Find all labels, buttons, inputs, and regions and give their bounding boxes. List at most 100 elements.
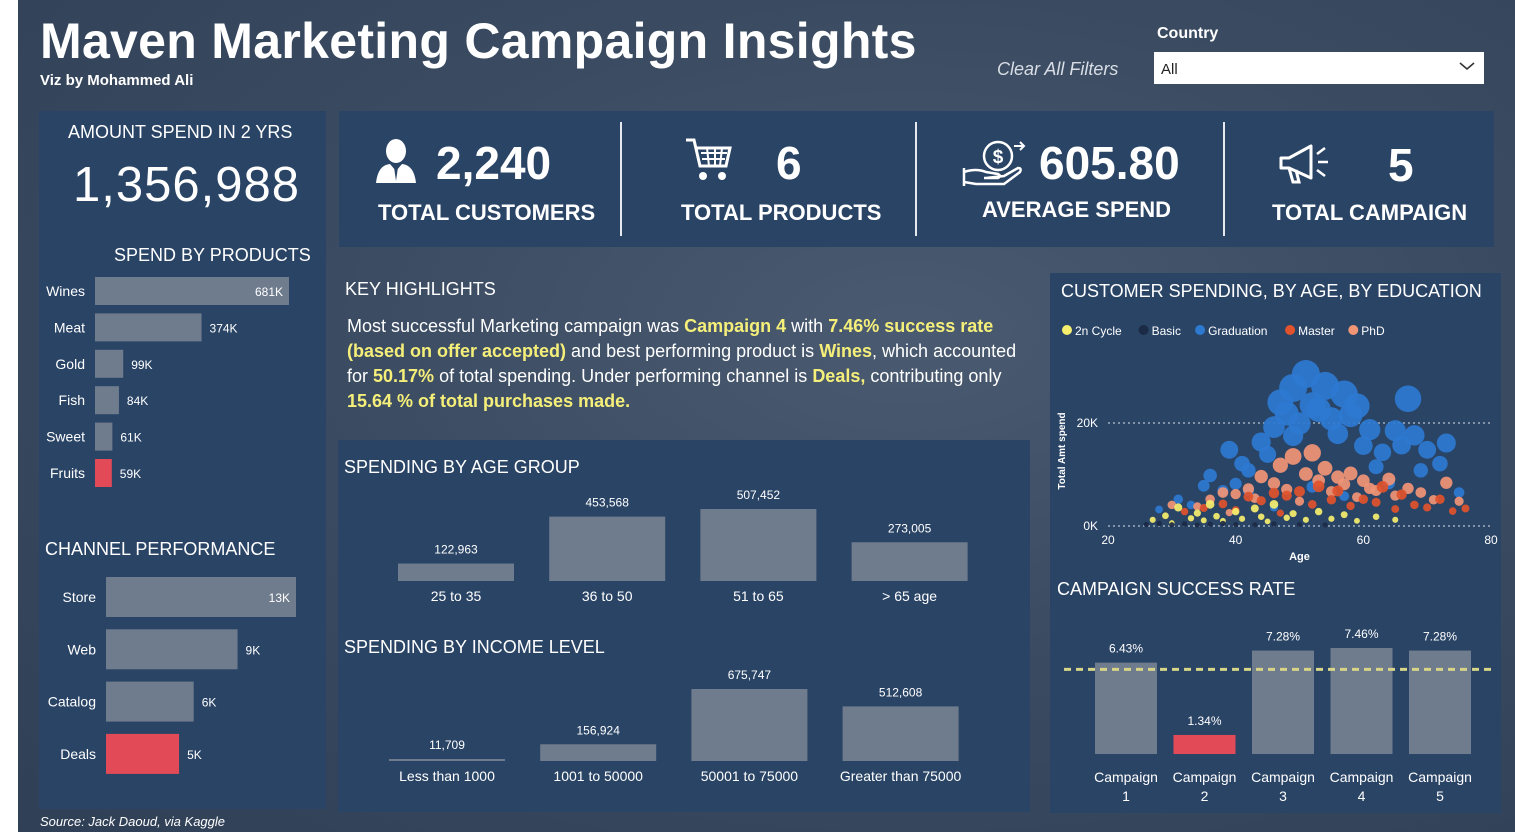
spend-by-age-chart: 122,963 25 to 35 453,568 36 to 50 507,452 51 … [398, 488, 968, 604]
bar-65-age [851, 542, 968, 581]
category-label-campaign-5: Campaign [1408, 769, 1472, 785]
x-tick-40: 40 [1229, 533, 1243, 547]
average-spend-value: 605.80 [1039, 137, 1180, 189]
category-label-meat: Meat [54, 319, 85, 335]
point-master-23 [1448, 507, 1457, 515]
legend-label-master: Master [1298, 324, 1335, 338]
category-label-store: Store [63, 589, 97, 605]
point-2n-cycle-5 [1193, 509, 1201, 517]
bar-25-to-35 [398, 563, 514, 581]
point-master-5 [1256, 496, 1266, 506]
point-graduation-6 [1220, 440, 1239, 459]
bar-catalog [106, 681, 194, 722]
point-master-6 [1268, 487, 1280, 499]
x-tick-20: 20 [1101, 533, 1115, 547]
total-products-value: 6 [776, 137, 802, 189]
point-2n-cycle-7 [1205, 500, 1215, 509]
money-hand-icon: $ [962, 138, 1026, 195]
data-label-greater-than-75000: 512,608 [879, 685, 923, 699]
point-basic-7 [1233, 521, 1239, 528]
point-2n-cycle-23 [1372, 513, 1380, 521]
point-master-24 [1461, 504, 1470, 513]
point-2n-cycle-13 [1257, 513, 1265, 521]
point-2n-cycle-8 [1213, 512, 1220, 520]
bar-gold [95, 349, 124, 378]
category-label-sweet: Sweet [46, 429, 85, 445]
point-master-21 [1423, 503, 1432, 512]
category-label-deals: Deals [60, 746, 96, 762]
category-label-campaign-4: Campaign [1330, 769, 1394, 785]
channel-performance-title: CHANNEL PERFORMANCE [45, 539, 276, 559]
page-subtitle: Viz by Mohammed Ali [40, 72, 194, 89]
category-label-less-than-1000: Less than 1000 [399, 768, 495, 784]
point-graduation-35 [1413, 463, 1428, 478]
category-label-51-to-65: 51 to 65 [733, 588, 784, 604]
point-graduation-34 [1404, 425, 1425, 446]
point-master-0 [1180, 507, 1189, 516]
megaphone-icon [1277, 140, 1331, 193]
point-2n-cycle-10 [1231, 507, 1240, 516]
legend-label-2n-cycle: 2n Cycle [1075, 324, 1122, 338]
point-2n-cycle-15 [1269, 500, 1279, 509]
point-2n-cycle-6 [1200, 517, 1207, 524]
point-graduation-36 [1418, 440, 1437, 459]
category-label-campaign-4-part2: 4 [1358, 788, 1366, 804]
point-master-16 [1371, 497, 1381, 507]
legend-marker-2n-cycle [1062, 325, 1072, 335]
data-label-51-to-65: 507,452 [737, 488, 781, 502]
point-basic-6 [1220, 520, 1226, 527]
point-2n-cycle-22 [1354, 517, 1360, 524]
category-label-fish: Fish [59, 392, 85, 408]
data-label-fish: 84K [127, 394, 148, 408]
point-phd-32 [1454, 496, 1464, 506]
data-label-campaign-2: 1.34% [1187, 714, 1221, 728]
point-master-13 [1332, 485, 1344, 497]
point-master-14 [1346, 501, 1355, 511]
bar-sweet [95, 422, 113, 451]
country-dropdown[interactable]: All [1154, 52, 1484, 84]
data-label-deals: 5K [187, 748, 202, 762]
category-label-25-to-35: 25 to 35 [431, 588, 482, 604]
data-label-fruits: 59K [120, 467, 141, 481]
clear-filters-button[interactable]: Clear All Filters [997, 59, 1118, 80]
customer-spending-chart: 2n Cycle Basic Graduation Master PhD 0K 20K 20 4… [1057, 324, 1498, 563]
point-graduation-39 [1453, 487, 1465, 498]
point-master-11 [1312, 480, 1325, 493]
data-label-gold: 99K [131, 358, 152, 372]
source-note: Source: Jack Daoud, via Kaggle [40, 814, 225, 829]
point-basic-11 [1322, 522, 1328, 528]
bar-store [106, 577, 296, 617]
spend-by-age-title: SPENDING BY AGE GROUP [344, 457, 580, 477]
point-2n-cycle-18 [1302, 516, 1309, 523]
spend-by-income-chart: 11,709 Less than 1000 156,924 1001 to 50000… [389, 668, 962, 784]
point-graduation-7 [1229, 477, 1242, 490]
bar-fish [95, 386, 119, 415]
legend-label-graduation: Graduation [1208, 324, 1267, 338]
chevron-down-icon [1457, 56, 1477, 81]
legend-label-phd: PhD [1361, 324, 1385, 338]
point-2n-cycle-4 [1187, 515, 1195, 522]
point-2n-cycle-19 [1314, 507, 1323, 516]
data-label-less-than-1000: 11,709 [429, 738, 465, 752]
x-axis-label: Age [1289, 551, 1310, 563]
country-selected-value: All [1161, 61, 1178, 78]
spend-by-income-title: SPENDING BY INCOME LEVEL [344, 637, 605, 657]
point-2n-cycle-24 [1392, 516, 1399, 523]
bar-greater-than-75000 [842, 706, 959, 761]
total-campaign-value: 5 [1388, 139, 1414, 191]
total-products-label: TOTAL PRODUCTS [681, 200, 882, 225]
data-label-1001-to-50000: 156,924 [577, 723, 621, 737]
point-graduation-9 [1241, 463, 1256, 478]
point-phd-3 [1217, 487, 1229, 498]
category-label-gold: Gold [55, 356, 85, 372]
person-icon [374, 137, 418, 190]
data-label-store: 13K [269, 591, 290, 605]
point-master-18 [1391, 505, 1400, 513]
cart-icon [684, 134, 734, 189]
point-graduation-30 [1373, 443, 1392, 462]
category-label-campaign-1: Campaign [1094, 769, 1158, 785]
bar-less-than-1000 [389, 759, 505, 761]
customer-spending-title: CUSTOMER SPENDING, BY AGE, BY EDUCATION [1061, 281, 1482, 301]
point-phd-8 [1254, 469, 1268, 484]
category-label-web: Web [67, 641, 96, 657]
